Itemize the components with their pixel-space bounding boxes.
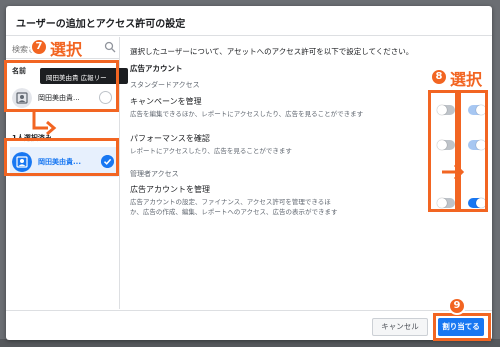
cancel-button[interactable]: キャンセル [372, 318, 428, 336]
permission-title: パフォーマンスを確認 [130, 134, 210, 143]
permission-title: キャンペーンを管理 [130, 97, 202, 106]
annotation-box-toggles-off [428, 90, 458, 212]
dialog-title: ユーザーの追加とアクセス許可の設定 [6, 6, 492, 36]
permissions-description: 選択したユーザーについて、アセットへのアクセス許可を以下で設定してください。 [130, 47, 414, 56]
step-7-label: 選択 [50, 40, 83, 59]
permission-description: 広告を編集できるほか、レポートにアクセスしたり、広告を見ることができます [130, 110, 364, 118]
right-arrow-icon [442, 163, 465, 181]
standard-access-label: スタンダードアクセス [130, 81, 200, 89]
step-8-label: 選択 [450, 70, 483, 89]
search-icon[interactable] [104, 41, 116, 53]
admin-permission-description: 広告アカウントの設定、ファイナンス、アクセス許可を管理できるほか、広告の作成、編… [130, 198, 338, 216]
annotation-box-toggles-on [458, 90, 488, 212]
step-7-badge: 7 [30, 38, 48, 56]
admin-permission-title: 広告アカウントを管理 [130, 185, 210, 194]
down-arrow-icon [32, 112, 57, 136]
permission-description: レポートにアクセスしたり、広告を見ることができます [130, 147, 292, 155]
dialog-footer: キャンセル 割り当てる [6, 310, 492, 340]
step-9-badge: 9 [448, 297, 466, 315]
admin-access-label: 管理者アクセス [130, 170, 179, 178]
ad-account-heading: 広告アカウント [130, 64, 183, 73]
step-8-badge: 8 [430, 68, 448, 86]
annotation-box-assign [433, 313, 491, 341]
backdrop [0, 339, 500, 347]
annotation-box-selected [4, 138, 119, 176]
annotation-box-person [4, 60, 119, 112]
